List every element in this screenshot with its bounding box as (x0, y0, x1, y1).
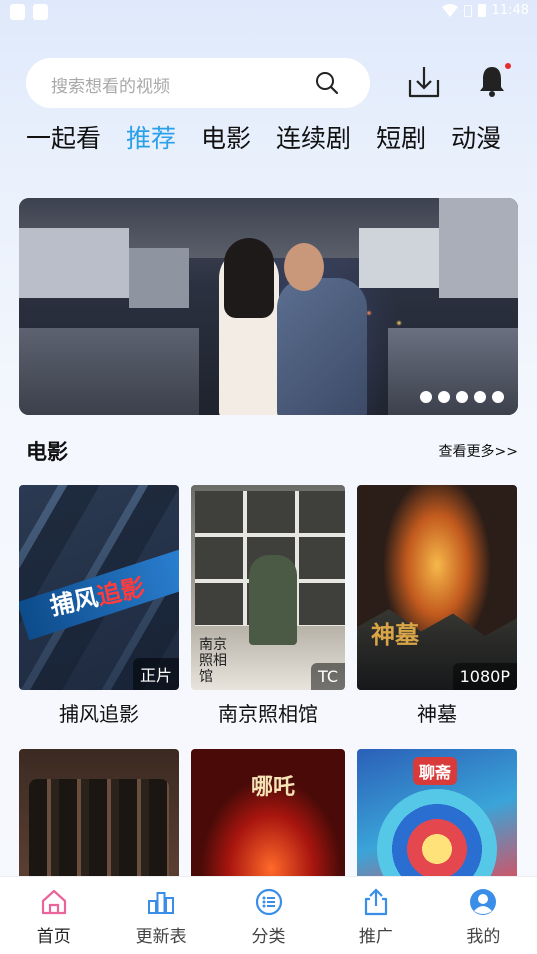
notification-dot (505, 63, 511, 69)
nav-schedule[interactable]: 更新表 (107, 877, 214, 954)
bell-icon[interactable] (476, 64, 508, 98)
sim-icon (463, 4, 472, 17)
movie-title[interactable]: 捕风追影 (19, 698, 179, 727)
carousel-dot[interactable] (456, 391, 468, 403)
see-more-link[interactable]: 查看更多>> (439, 441, 518, 461)
tab-anime[interactable]: 动漫 (451, 122, 501, 156)
nav-home-label: 首页 (36, 927, 71, 947)
wifi-icon (441, 3, 458, 17)
status-bar: 11:48 (0, 0, 537, 26)
notification-icon (10, 4, 25, 20)
nav-category-label: 分类 (251, 927, 286, 947)
carousel-dots (420, 391, 504, 403)
carousel-dot[interactable] (492, 391, 504, 403)
search-input[interactable]: 搜索想看的视频 (26, 58, 370, 108)
quality-badge: 1080P (452, 663, 517, 690)
search-icon[interactable] (314, 70, 340, 96)
movie-poster[interactable]: 神墓 1080P (357, 485, 517, 690)
movie-title[interactable]: 神墓 (357, 698, 517, 727)
category-icon (255, 888, 282, 916)
home-icon (41, 889, 66, 915)
bottom-nav: 首页 更新表 分类 推广 我的 (0, 876, 537, 954)
nav-profile[interactable]: 我的 (430, 877, 537, 954)
nav-schedule-label: 更新表 (135, 927, 187, 947)
schedule-icon (148, 892, 175, 914)
movie-title[interactable]: 南京照相馆 (188, 698, 348, 727)
carousel-dot[interactable] (420, 391, 432, 403)
nav-share[interactable]: 推广 (322, 877, 429, 954)
banner-carousel[interactable] (19, 198, 518, 415)
poster-title-art: 聊斋 (413, 757, 458, 785)
notification-icon (33, 4, 48, 20)
quality-badge: TC (310, 663, 345, 690)
nav-profile-label: 我的 (466, 927, 501, 947)
category-tabs: 一起看 推荐 电影 连续剧 短剧 动漫 (26, 122, 526, 156)
tab-movies[interactable]: 电影 (201, 122, 251, 156)
movie-poster[interactable]: 捕风追影 正片 (19, 485, 179, 690)
nav-share-label: 推广 (358, 927, 393, 947)
tab-series[interactable]: 连续剧 (276, 122, 351, 156)
carousel-dot[interactable] (474, 391, 486, 403)
section-title: 电影 (26, 440, 68, 464)
download-icon[interactable] (406, 64, 442, 100)
battery-icon (477, 4, 486, 17)
tab-together[interactable]: 一起看 (26, 122, 101, 156)
tab-recommend[interactable]: 推荐 (126, 122, 176, 156)
search-placeholder: 搜索想看的视频 (51, 77, 170, 97)
carousel-dot[interactable] (438, 391, 450, 403)
nav-category[interactable]: 分类 (215, 877, 322, 954)
nav-home[interactable]: 首页 (0, 877, 107, 954)
poster-title-art: 神墓 (371, 621, 419, 649)
poster-title-art: 南京照相馆 (199, 637, 227, 685)
share-icon (364, 888, 388, 916)
profile-icon (470, 889, 497, 915)
status-time: 11:48 (491, 3, 529, 18)
tab-short-drama[interactable]: 短剧 (376, 122, 426, 156)
poster-title-art: 哪吒 (251, 775, 296, 800)
movie-poster[interactable]: 南京照相馆 TC (191, 485, 345, 690)
quality-badge: 正片 (132, 658, 179, 690)
